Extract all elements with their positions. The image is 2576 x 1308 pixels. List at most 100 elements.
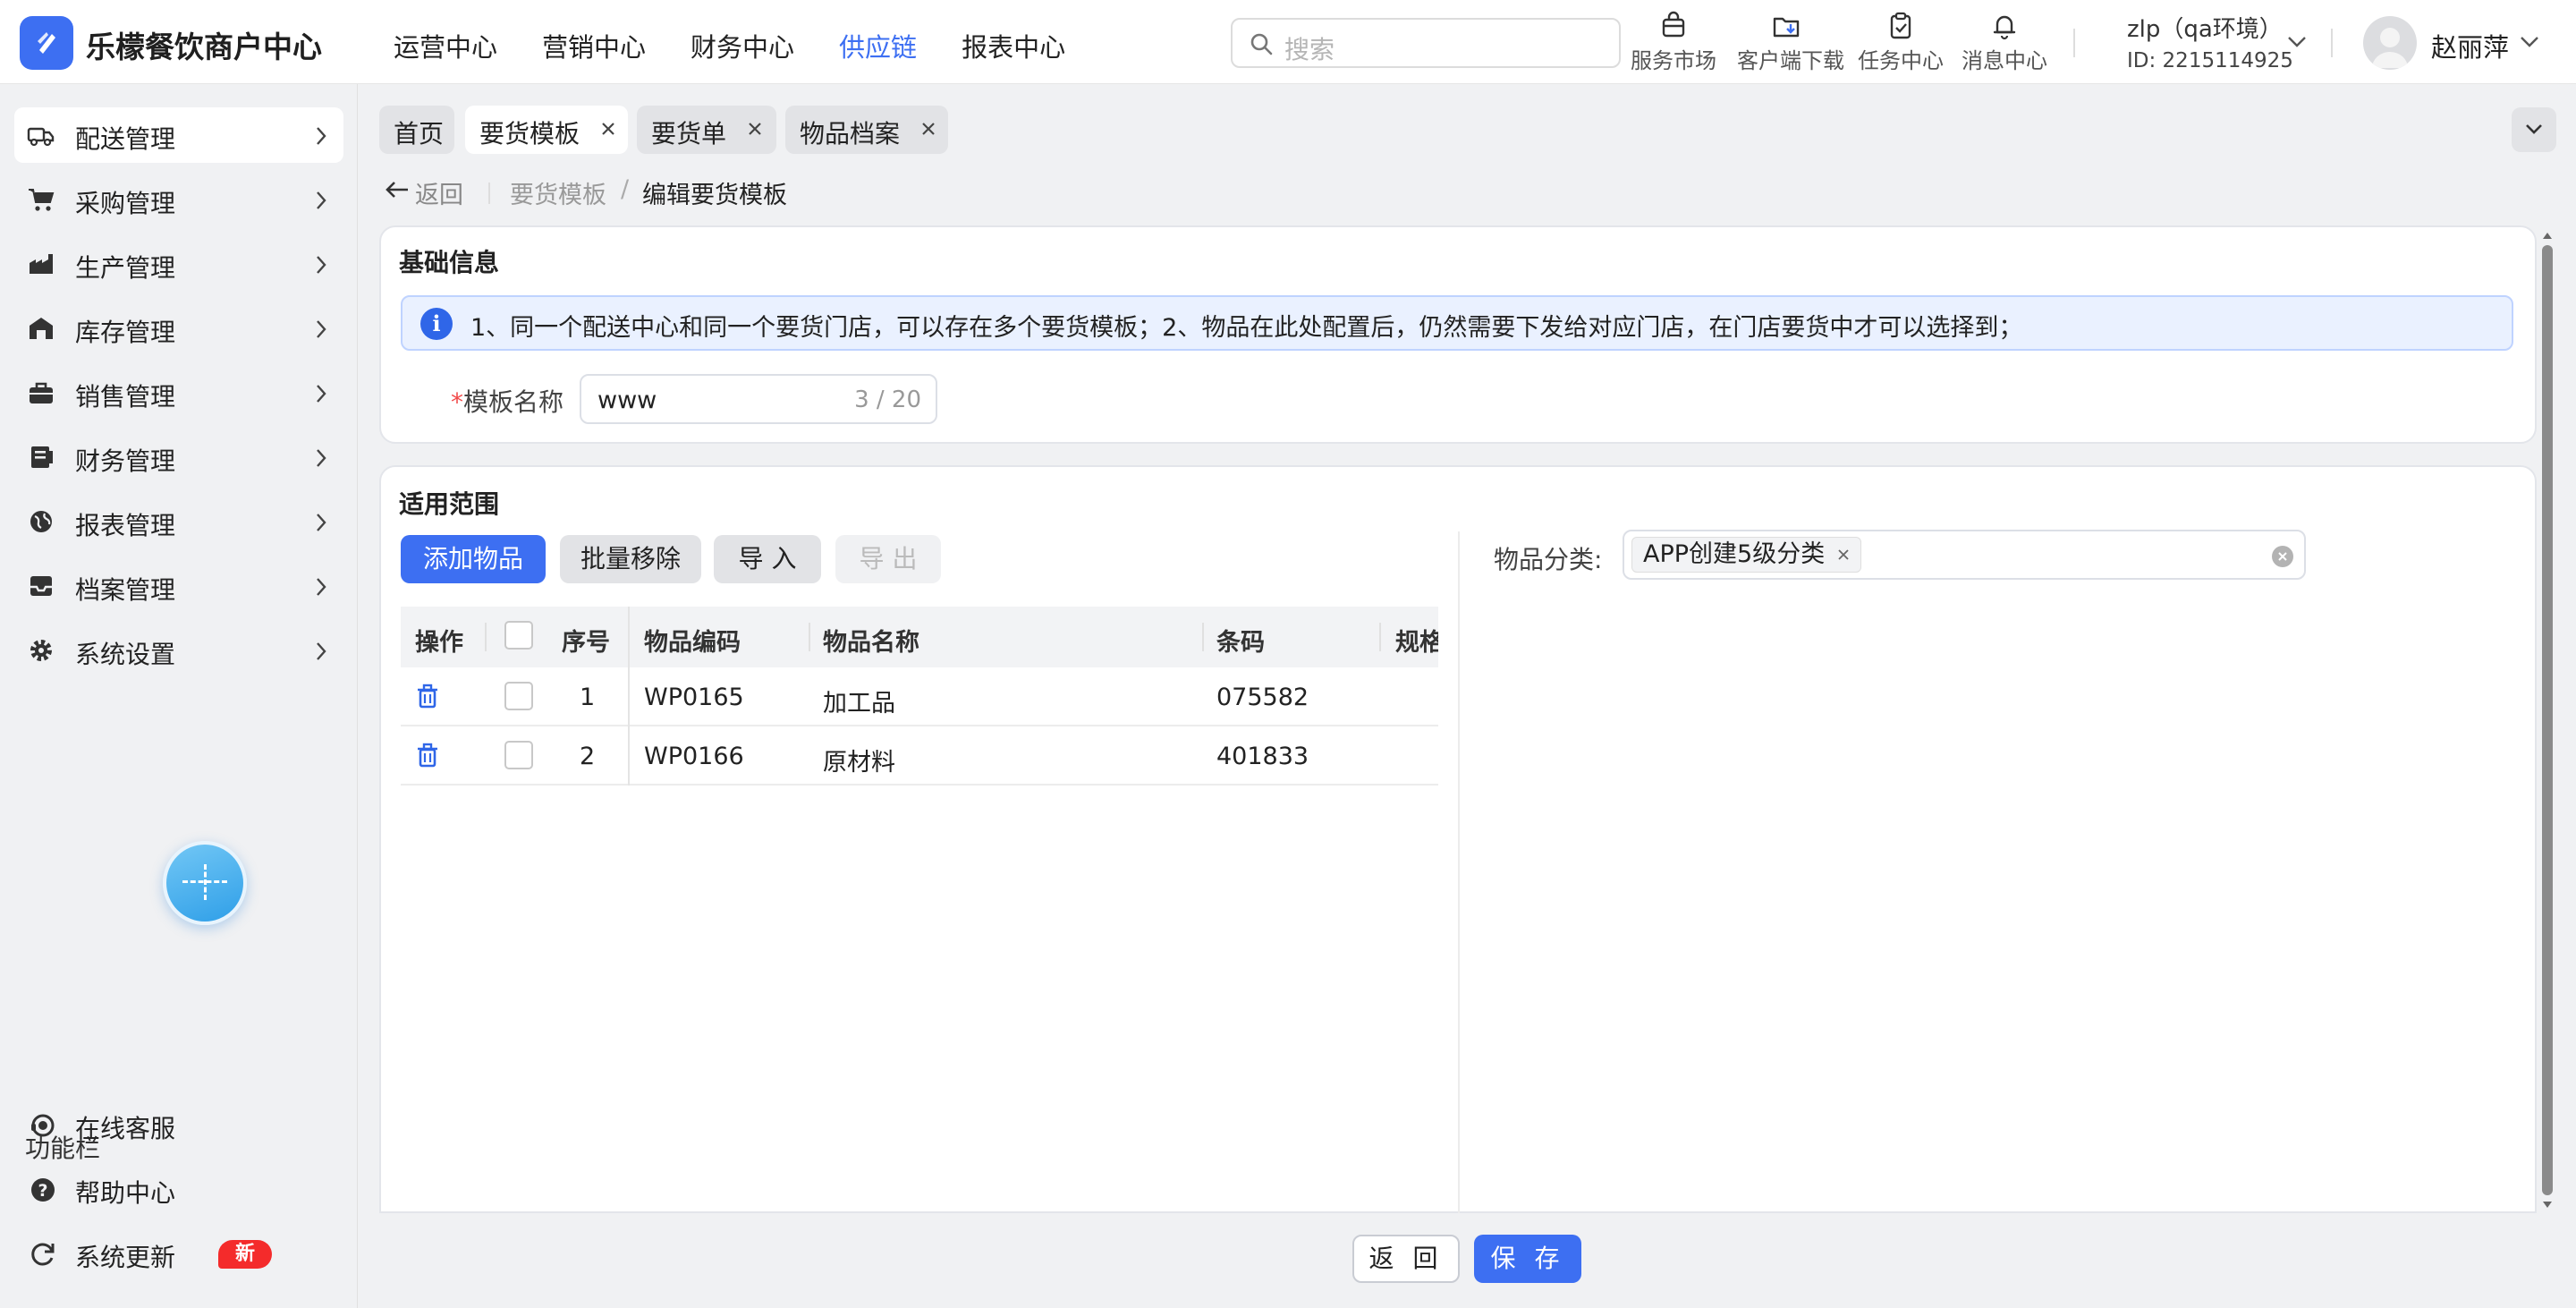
col-code: 物品编码	[644, 629, 741, 657]
sidebar-item-purchase[interactable]: 采购管理	[14, 172, 343, 227]
account-switcher[interactable]: zlp（qa环境） ID: 2215114925	[2127, 11, 2293, 72]
tab-request-template[interactable]: 要货模板	[465, 106, 628, 154]
avatar[interactable]	[2363, 16, 2417, 70]
category-select[interactable]: APP创建5级分类	[1623, 530, 2306, 580]
market-bag-icon	[1662, 11, 1685, 38]
topnav-finance[interactable]: 财务中心	[691, 27, 794, 64]
new-badge: 新	[218, 1240, 272, 1269]
chevron-down-icon[interactable]	[2519, 32, 2540, 50]
back-button[interactable]: 返 回	[1352, 1235, 1460, 1283]
topnav-operations[interactable]: 运营中心	[394, 27, 497, 64]
page-scrollbar[interactable]	[2538, 229, 2556, 1213]
chevron-right-icon	[317, 191, 326, 209]
col-barcode: 条码	[1216, 629, 1265, 657]
template-name-value: www	[597, 386, 657, 414]
cart-icon	[29, 189, 55, 211]
sidebar-item-label: 报表管理	[75, 511, 176, 540]
close-icon[interactable]	[744, 118, 766, 140]
close-icon[interactable]	[1835, 547, 1852, 563]
import-button[interactable]: 导 入	[714, 535, 821, 583]
sidebar-item-label: 系统设置	[75, 640, 176, 669]
task-center-button[interactable]: 任务中心	[1852, 11, 1950, 74]
headset-icon	[31, 1114, 55, 1137]
breadcrumb-divider	[488, 183, 490, 204]
tab-item-archive[interactable]: 物品档案	[785, 106, 948, 154]
sidebar-item-finance[interactable]: 财务管理	[14, 429, 343, 485]
footer-actions: 返 回 保 存	[360, 1213, 2576, 1308]
scroll-down-icon[interactable]	[2542, 1201, 2553, 1210]
close-icon[interactable]	[597, 118, 619, 140]
delete-icon[interactable]	[413, 682, 442, 710]
sidebar-item-settings[interactable]: 系统设置	[14, 623, 343, 678]
app-logo-icon[interactable]	[20, 16, 73, 70]
floating-assistant-button[interactable]	[163, 841, 247, 925]
page-title: 编辑要货模板	[642, 182, 787, 209]
chevron-right-icon	[317, 642, 326, 660]
topnav-reports[interactable]: 报表中心	[962, 27, 1065, 64]
globe-icon	[30, 511, 52, 532]
scroll-thumb[interactable]	[2542, 245, 2553, 1195]
header-divider	[2073, 29, 2075, 57]
sidebar-item-label: 档案管理	[75, 575, 176, 605]
row-index: 2	[580, 743, 596, 770]
sidebar-item-production[interactable]: 生产管理	[14, 236, 343, 292]
export-button[interactable]: 导 出	[835, 535, 941, 583]
message-center-button[interactable]: 消息中心	[1955, 11, 2054, 74]
delete-icon[interactable]	[413, 741, 442, 769]
client-download-button[interactable]: 客户端下载	[1737, 11, 1844, 74]
chevron-right-icon	[317, 449, 326, 467]
factory-icon	[30, 254, 53, 274]
save-button[interactable]: 保 存	[1474, 1235, 1581, 1283]
close-icon[interactable]	[918, 118, 939, 140]
topnav-supply-chain[interactable]: 供应链	[839, 27, 917, 64]
add-item-button[interactable]: 添加物品	[401, 535, 546, 583]
sidebar-item-inventory[interactable]: 库存管理	[14, 301, 343, 356]
service-market-button[interactable]: 服务市场	[1624, 11, 1723, 74]
search-input[interactable]: 搜索	[1231, 18, 1621, 68]
chevron-down-icon	[2526, 124, 2542, 134]
clear-icon[interactable]	[2272, 546, 2293, 567]
system-update-link[interactable]: 系统更新 新	[29, 1236, 288, 1272]
tab-home[interactable]: 首页	[379, 106, 454, 154]
frozen-column-divider	[628, 607, 630, 786]
sidebar-item-label: 销售管理	[75, 382, 176, 412]
panel-divider	[1458, 531, 1460, 1283]
sidebar-item-sales[interactable]: 销售管理	[14, 365, 343, 420]
sidebar-item-label: 财务管理	[75, 446, 176, 476]
sidebar-item-label: 采购管理	[75, 189, 176, 218]
info-notice: i 1、同一个配送中心和同一个要货门店，可以存在多个要货模板；2、物品在此处配置…	[401, 295, 2513, 351]
chevron-down-icon[interactable]	[2286, 32, 2308, 50]
arrow-left-icon[interactable]	[385, 179, 410, 200]
sidebar-item-delivery[interactable]: 配送管理	[14, 107, 343, 163]
notice-text: 1、同一个配送中心和同一个要货门店，可以存在多个要货模板；2、物品在此处配置后，…	[470, 314, 2023, 342]
template-name-input[interactable]: www 3 / 20	[580, 374, 937, 424]
help-center-link[interactable]: ? 帮助中心	[29, 1172, 252, 1208]
warehouse-icon	[30, 318, 53, 339]
sidebar-item-reports[interactable]: 报表管理	[14, 494, 343, 549]
topnav-marketing[interactable]: 营销中心	[542, 27, 646, 64]
category-tag: APP创建5级分类	[1631, 537, 1862, 573]
online-service-link[interactable]: 在线客服	[29, 1108, 252, 1143]
required-mark: *	[451, 387, 463, 417]
tabs-collapse-button[interactable]	[2512, 107, 2556, 152]
select-all-checkbox[interactable]	[504, 621, 533, 650]
back-link[interactable]: 返回	[415, 175, 463, 210]
sidebar-item-label: 配送管理	[75, 124, 176, 154]
refresh-icon	[31, 1243, 55, 1266]
row-checkbox[interactable]	[504, 741, 533, 769]
row-checkbox[interactable]	[504, 682, 533, 710]
tab-request-order[interactable]: 要货单	[637, 106, 776, 154]
category-label: 物品分类:	[1494, 545, 1603, 574]
sidebar-item-archive[interactable]: 档案管理	[14, 558, 343, 614]
username[interactable]: 赵丽萍	[2431, 27, 2509, 64]
row-name: 原材料	[823, 749, 895, 777]
folder-download-icon	[1773, 17, 1800, 38]
sidebar-item-label: 库存管理	[75, 318, 176, 347]
scroll-up-icon[interactable]	[2542, 231, 2553, 240]
search-placeholder: 搜索	[1284, 35, 1335, 64]
breadcrumb-parent[interactable]: 要货模板	[510, 175, 606, 210]
batch-remove-button[interactable]: 批量移除	[560, 535, 701, 583]
table-header: 操作 序号 物品编码 物品名称 条码 规格	[401, 607, 1438, 667]
chevron-right-icon	[317, 514, 326, 531]
section-title: 适用范围	[399, 489, 500, 519]
